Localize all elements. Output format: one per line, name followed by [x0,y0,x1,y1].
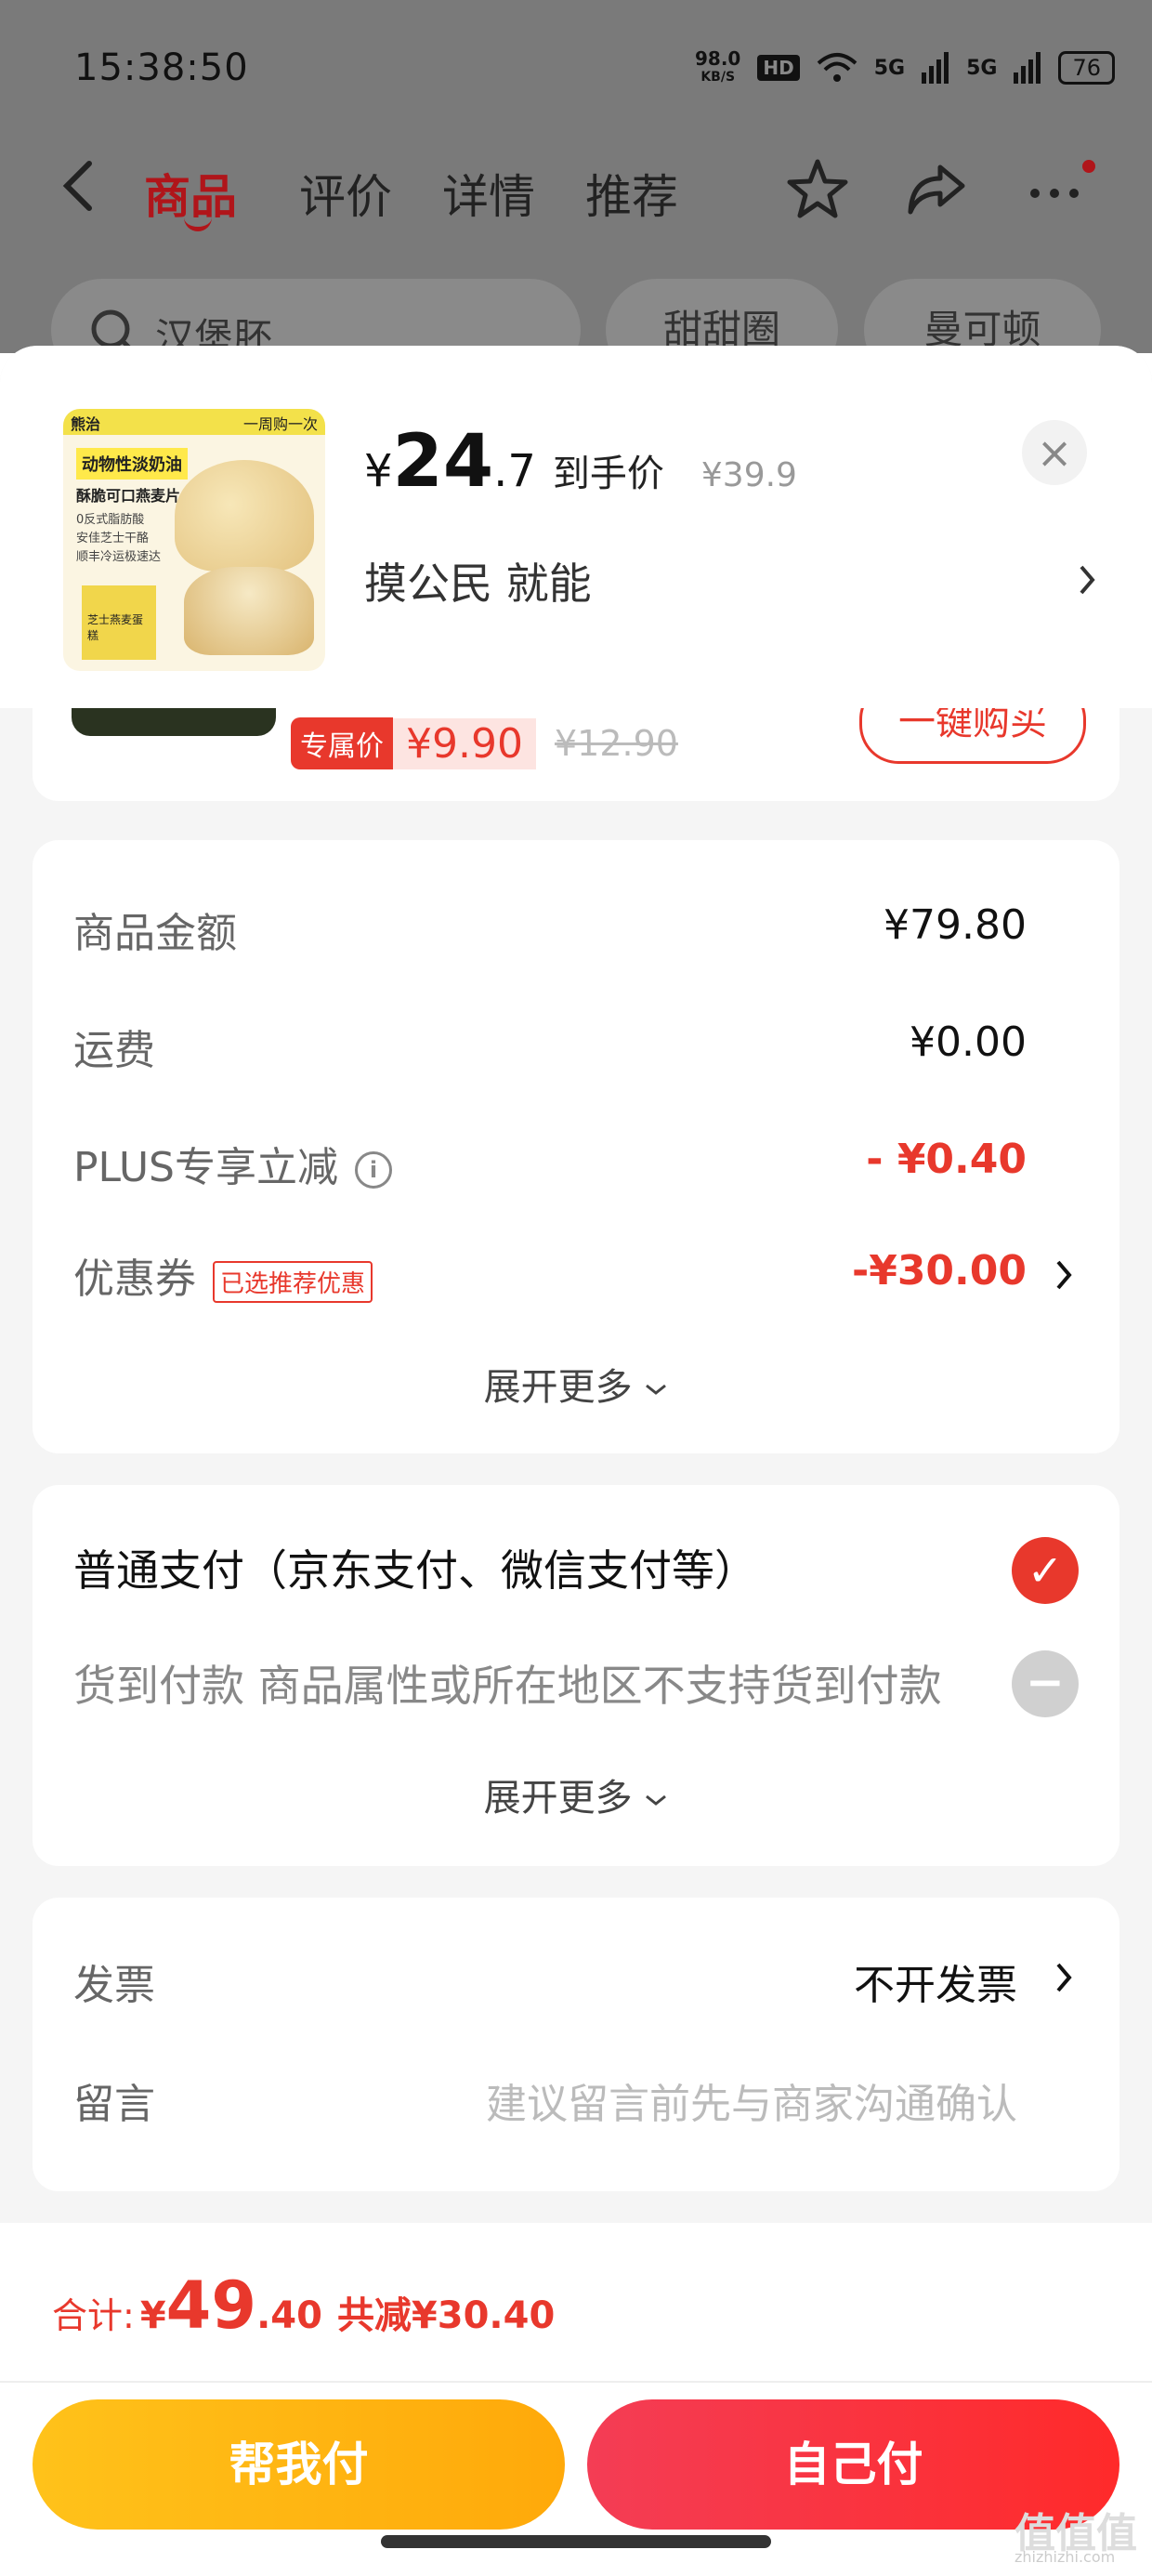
signal-bars-icon-1 [922,52,949,84]
chevron-right-icon[interactable] [1078,561,1096,598]
chevron-right-icon[interactable] [1054,1959,1073,1996]
order-summary-card: 商品金额 ¥79.80 运费 ¥0.00 PLUS专享立减 i - ¥0.40 优… [33,840,1119,1453]
status-icons: 98.0 KB/S HD 5G 5G 76 [695,45,1115,91]
total-integer: 49 [165,2267,257,2344]
thumbnail-bullet: 0反式脂肪酸 [76,513,145,527]
chevron-down-icon [646,1384,667,1395]
payment-expand-more[interactable]: 展开更多 [33,1768,1119,1821]
close-button[interactable]: × [1022,420,1087,485]
plus-discount-row: PLUS专享立减 i [73,1134,392,1193]
price-decimal: .7 [493,445,536,497]
active-tab-indicator [184,214,212,231]
message-input[interactable]: 建议留言前先与商家沟通确认 [486,2070,1017,2130]
price-caption: 到手价 [552,453,664,495]
exclusive-price-tag: 专属价 ¥9.90 ¥12.90 [291,716,678,771]
help-me-pay-button[interactable]: 帮我付 [33,2399,565,2530]
checked-icon[interactable]: ✓ [1012,1537,1079,1604]
chevron-down-icon [646,1794,667,1806]
cash-on-delivery-option: 货到付款 商品属性或所在地区不支持货到付款 [73,1661,942,1711]
disabled-icon: − [1012,1650,1079,1717]
more-icon[interactable] [1022,156,1087,221]
coupon-tag: 已选推荐优惠 [213,1260,373,1303]
footer-divider [0,2381,1152,2383]
coupon-label: 优惠券 [73,1255,196,1303]
info-icon[interactable]: i [355,1151,392,1189]
tab-recommend[interactable]: 推荐 [585,160,678,227]
home-indicator[interactable] [381,2535,771,2548]
share-icon[interactable] [903,156,968,221]
watermark-url: zhizhizhi.com [1015,2548,1116,2566]
normal-payment-option[interactable]: 普通支付（京东支付、微信支付等） [73,1537,757,1598]
product-header: 熊治 一周购一次 动物性淡奶油 酥脆可口燕麦片 0反式脂肪酸 安佳芝士干酪 顺丰… [0,346,1152,708]
signal-icon-1: 5G [873,56,906,80]
signal-bars-icon-2 [1014,52,1041,84]
wifi-icon [817,53,857,82]
original-price: ¥39.9 [700,456,797,494]
page-backdrop: 15:38:50 98.0 KB/S HD 5G 5G 76 商品 评价 详情 [0,0,1152,381]
goods-amount-label: 商品金额 [73,910,237,957]
payment-method-card: 普通支付（京东支付、微信支付等） ✓ 货到付款 商品属性或所在地区不支持货到付款… [33,1485,1119,1866]
checkout-footer: 合计: ¥ 49 .40 共减¥30.40 帮我付 自己付 [0,2223,1152,2576]
total-saved: 共减¥30.40 [336,2294,556,2337]
coupon-row[interactable]: 优惠券 已选推荐优惠 [73,1245,373,1305]
shipping-label: 运费 [73,1027,155,1074]
checkout-sheet: 熊治 一周购一次 动物性淡奶油 酥脆可口燕麦片 0反式脂肪酸 安佳芝士干酪 顺丰… [0,346,1152,2576]
goods-amount-value: ¥79.80 [884,901,1027,949]
price-integer: 24 [392,420,494,504]
chevron-right-icon[interactable] [1054,1256,1073,1294]
thumbnail-subtitle: 酥脆可口燕麦片 [76,487,181,505]
plus-discount-value: - ¥0.40 [866,1136,1027,1183]
currency-symbol: ¥ [364,445,393,497]
total-decimal: .40 [256,2294,322,2337]
thumbnail-banner: 熊治 一周购一次 [63,409,325,435]
price-row: ¥ 24 .7 到手价 ¥39.9 [364,420,797,504]
total-currency: ¥ [139,2294,166,2337]
product-thumbnail: 熊治 一周购一次 动物性淡奶油 酥脆可口燕麦片 0反式脂肪酸 安佳芝士干酪 顺丰… [63,409,325,671]
top-nav: 商品 评价 详情 推荐 [0,139,1152,232]
strike-price: ¥12.90 [554,723,678,764]
back-arrow-icon[interactable] [56,158,102,214]
notification-dot [1082,160,1095,173]
shipping-value: ¥0.00 [910,1019,1027,1066]
star-icon[interactable] [785,156,850,221]
hd-icon: HD [757,55,800,81]
total-row: 合计: ¥ 49 .40 共减¥30.40 [52,2267,555,2351]
tab-details[interactable]: 详情 [442,160,535,227]
exclusive-price-value: ¥9.90 [393,717,536,769]
total-label: 合计: [52,2295,135,2336]
invoice-label: 发票 [73,1962,155,2009]
message-label: 留言 [73,2081,155,2128]
cake-image [175,460,314,572]
tab-reviews[interactable]: 评价 [299,160,392,227]
search-row: 汉堡肧 甜甜圈 曼可顿 [0,279,1152,381]
net-speed: 98.0 KB/S [695,47,741,85]
summary-expand-more[interactable]: 展开更多 [33,1357,1119,1411]
cake-slice-image [184,567,314,655]
plus-discount-label: PLUS专享立减 [73,1144,338,1191]
status-time: 15:38:50 [74,46,249,89]
thumbnail-title: 动物性淡奶油 [76,448,188,480]
exclusive-price-label: 专属价 [291,717,393,769]
invoice-card: 发票 不开发票 留言 建议留言前先与商家沟通确认 [33,1898,1119,2191]
battery-icon: 76 [1058,51,1115,85]
invoice-value[interactable]: 不开发票 [854,1952,1017,2011]
status-bar: 15:38:50 98.0 KB/S HD 5G 5G 76 [0,37,1152,102]
thumbnail-bullet: 安佳芝士干酪 [76,532,150,545]
thumbnail-bullet: 顺丰冷运极速达 [76,550,162,564]
package-image: 芝士燕麦蛋糕 [82,585,156,660]
coupon-value: -¥30.00 [851,1247,1027,1295]
spec-selector[interactable]: 摸公民 就能 [364,550,592,611]
signal-icon-2: 5G [966,56,998,80]
